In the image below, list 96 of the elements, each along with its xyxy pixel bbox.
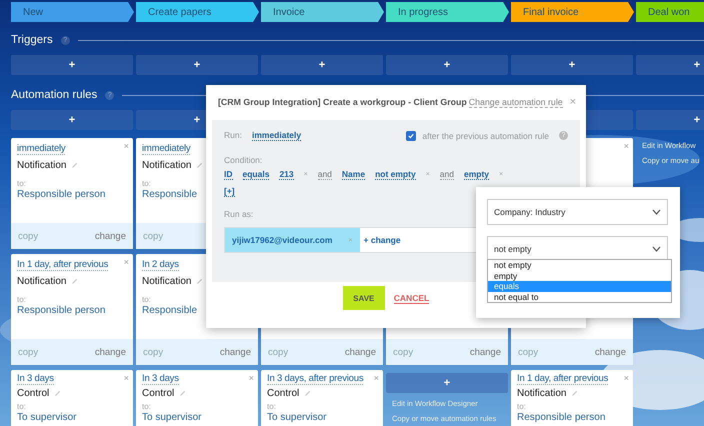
change-link[interactable]: change <box>220 346 251 358</box>
condition-label: Condition: <box>224 155 262 165</box>
to-label: to: <box>142 179 151 188</box>
field-select[interactable]: Company: Industry <box>487 199 668 225</box>
change-link[interactable]: change <box>344 346 376 358</box>
change-link[interactable]: change <box>94 230 126 242</box>
rule-type: Notification <box>142 276 192 287</box>
recipient-link[interactable]: Responsible person <box>517 412 606 423</box>
timing-link[interactable]: In 3 days <box>17 373 54 385</box>
to-label: to: <box>267 402 276 411</box>
rule-type: Control <box>142 388 174 399</box>
add-button[interactable]: + <box>386 55 508 75</box>
recipient-link[interactable]: Responsible <box>142 189 198 200</box>
recipient-link[interactable]: To supervisor <box>267 412 326 423</box>
to-label: to: <box>142 402 151 411</box>
add-button[interactable]: + <box>636 55 704 75</box>
change-link[interactable]: change <box>470 346 501 358</box>
join-link[interactable]: and <box>440 169 454 180</box>
run-value-link[interactable]: immediately <box>252 130 302 141</box>
chevron-down-icon <box>652 246 661 252</box>
recipient-link[interactable]: Responsible <box>142 305 198 316</box>
to-label: to: <box>17 295 26 304</box>
user-email: yijiw17962@videour.com <box>232 235 332 245</box>
close-icon[interactable]: × <box>124 141 129 151</box>
condition-link[interactable]: empty <box>464 169 490 180</box>
stage-tab[interactable]: Deal won <box>636 2 704 22</box>
add-button[interactable]: + <box>636 110 704 130</box>
timing-link[interactable]: In 2 days <box>142 259 179 271</box>
section-title: Triggers <box>11 34 53 46</box>
add-button[interactable]: + <box>386 373 508 393</box>
condition-link[interactable]: Name <box>342 169 366 180</box>
timing-link[interactable]: In 3 days, after previous <box>267 373 364 385</box>
close-icon[interactable]: × <box>124 257 129 267</box>
close-icon[interactable]: × <box>624 373 629 383</box>
add-button[interactable]: + <box>11 55 133 75</box>
close-icon[interactable]: × <box>248 373 254 383</box>
dialog-subtitle[interactable]: Change automation rule <box>468 96 563 108</box>
pencil-icon[interactable] <box>71 278 78 285</box>
rule-type: Control <box>267 388 300 399</box>
to-label: to: <box>17 402 26 411</box>
run-label: Run: <box>224 130 242 140</box>
condition-link[interactable]: not empty <box>375 169 416 180</box>
save-button[interactable]: SAVE <box>342 286 385 310</box>
timing-link[interactable]: In 3 days <box>142 373 179 385</box>
timing-link[interactable]: In 1 day, after previous <box>17 259 108 271</box>
dialog-title: [CRM Group Integration] Create a workgroup - Client Group <box>218 97 467 107</box>
checkbox-label: after the previous automation rule <box>422 130 549 140</box>
timing-link[interactable]: immediately <box>142 143 190 155</box>
join-link[interactable]: and <box>318 169 332 180</box>
recipient-link[interactable]: Responsible person <box>17 189 106 200</box>
to-label: to: <box>517 402 526 411</box>
add-button[interactable]: + <box>11 110 133 130</box>
recipient-link[interactable]: To supervisor <box>17 412 76 423</box>
run-as-label: Run as: <box>224 209 254 219</box>
recipient-link[interactable]: Responsible person <box>17 305 106 316</box>
add-button[interactable]: + <box>511 55 633 75</box>
pencil-icon[interactable] <box>179 390 186 397</box>
to-label: to: <box>142 295 151 304</box>
condition-link[interactable]: ID <box>224 169 232 180</box>
option[interactable]: equals <box>488 281 671 292</box>
change-link[interactable]: change <box>594 346 626 358</box>
stage-tab[interactable]: Create papers <box>136 2 259 22</box>
condition-link[interactable]: equals <box>242 169 270 180</box>
rule-type: Notification <box>142 160 192 171</box>
timing-link[interactable]: In 1 day, after previous <box>517 373 608 385</box>
pencil-icon[interactable] <box>571 390 578 397</box>
rule-type: Notification <box>517 388 566 399</box>
close-icon[interactable]: × <box>570 96 576 108</box>
checkbox[interactable] <box>406 130 416 140</box>
pencil-icon[interactable] <box>54 390 62 397</box>
timing-link[interactable]: immediately <box>17 143 66 155</box>
pencil-icon[interactable] <box>196 278 204 285</box>
stage-tab[interactable]: In progress <box>386 2 509 22</box>
add-button[interactable]: + <box>136 55 258 75</box>
close-icon[interactable]: × <box>124 373 129 383</box>
close-icon[interactable]: × <box>624 141 629 151</box>
stage-tab[interactable]: Final invoice <box>511 2 634 22</box>
close-icon[interactable]: × <box>374 373 379 383</box>
pencil-icon[interactable] <box>304 390 312 397</box>
recipient-link[interactable]: To supervisor <box>142 412 202 423</box>
rule-type: Notification <box>17 160 66 171</box>
cancel-link[interactable]: CANCEL <box>394 292 430 304</box>
section-title: Automation rules <box>11 89 98 101</box>
chevron-down-icon <box>652 209 661 215</box>
add-button[interactable]: + <box>261 55 383 75</box>
change-link[interactable]: + change <box>364 235 401 245</box>
stage-tab[interactable]: New <box>11 2 134 22</box>
change-link[interactable]: change <box>94 346 126 358</box>
add-condition-link[interactable]: [+] <box>224 186 235 197</box>
rule-type: Control <box>17 388 50 399</box>
stage-tab[interactable]: Invoice <box>261 2 384 22</box>
rule-type: Notification <box>17 276 66 287</box>
pencil-icon[interactable] <box>71 162 78 169</box>
to-label: to: <box>17 179 26 188</box>
condition-link[interactable]: 213 <box>279 169 294 180</box>
pencil-icon[interactable] <box>196 162 204 169</box>
